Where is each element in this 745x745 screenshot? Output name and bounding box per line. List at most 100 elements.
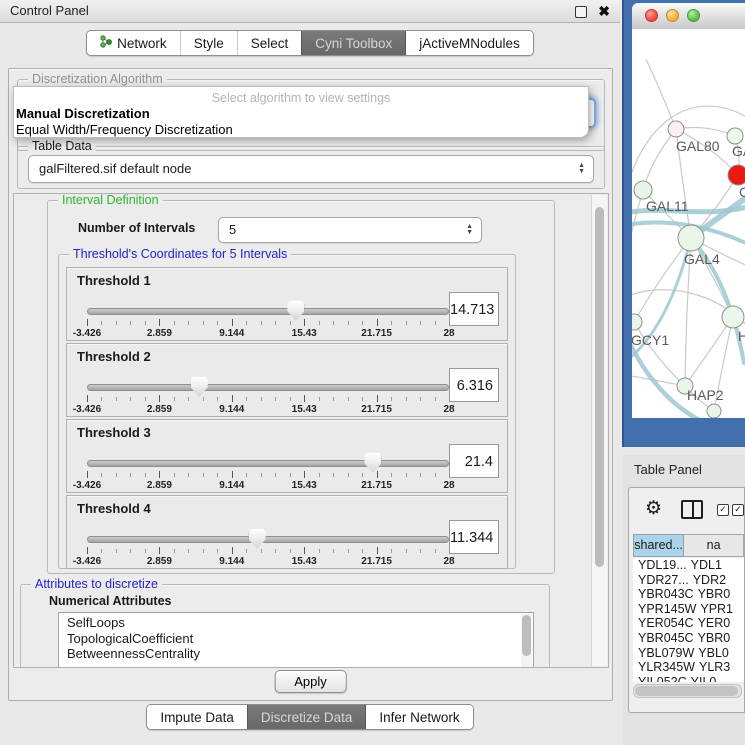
network-icon [100,35,112,51]
dropdown-option-equal-width[interactable]: Equal Width/Frequency Discretization [16,122,233,137]
table-cell[interactable]: YBL0 [694,646,744,661]
checkbox-icon[interactable]: ✓ [717,504,729,516]
spinner-arrows-icon[interactable]: ▲▼ [578,163,585,175]
network-node[interactable] [632,314,642,330]
settings-scrollbar[interactable] [591,195,607,666]
table-row[interactable]: YBL079WYBL0 [633,646,744,661]
table-cell[interactable]: YIL052C [633,675,687,682]
network-edge[interactable] [632,190,643,264]
slider-handle[interactable] [364,453,381,473]
table-cell[interactable]: YER0 [694,616,744,631]
table-cell[interactable]: YPR1 [696,602,744,617]
network-node[interactable] [707,404,721,418]
network-window-titlebar[interactable] [632,3,745,30]
slider-ticks [87,547,449,555]
attribute-list-item[interactable]: TopologicalCoefficient [67,631,533,647]
slider-track[interactable] [87,460,449,467]
num-intervals-combo[interactable]: 5 ▲▼ [218,217,482,243]
slider-handle[interactable] [287,301,304,321]
split-columns-icon[interactable] [681,500,703,519]
table-cell[interactable]: YIL0 [687,675,744,682]
table-data-combo[interactable]: galFiltered.sif default node ▲▼ [28,155,594,183]
slider-track[interactable] [87,308,449,315]
table-cell[interactable]: YLR3 [695,660,744,675]
attribute-list-item[interactable]: BetweennessCentrality [67,646,533,662]
slider-handle[interactable] [191,377,208,397]
network-node[interactable] [678,225,704,251]
zoom-window-icon[interactable] [687,9,700,22]
table-row[interactable]: YER054CYER0 [633,616,744,631]
slider-track[interactable] [87,536,449,543]
minimize-window-icon[interactable] [666,9,679,22]
table-row[interactable]: YIL052CYIL0 [633,675,744,682]
network-node[interactable] [722,306,744,328]
tab-infer-network[interactable]: Infer Network [366,705,472,729]
table-cell[interactable]: YDR2 [689,573,744,588]
table-row[interactable]: YPR145WYPR1 [633,602,744,617]
network-node[interactable] [728,165,745,185]
table-data-group: Table Data galFiltered.sif default node … [17,146,605,189]
checkbox-icon[interactable]: ✓ [732,504,744,516]
table-cell[interactable]: YBR0 [694,631,744,646]
spinner-arrows-icon[interactable]: ▲▼ [466,224,473,236]
network-node-label: C [739,184,745,200]
tab-select[interactable]: Select [237,31,302,55]
attributes-group: Attributes to discretize Numerical Attri… [20,584,550,667]
network-node[interactable] [727,128,743,144]
table-row[interactable]: YLR345WYLR3 [633,660,744,675]
tab-cyni-toolbox[interactable]: Cyni Toolbox [301,31,406,55]
table-row[interactable]: YDL19...YDL1 [633,558,744,573]
network-edge[interactable] [676,128,735,136]
tab-label: Discretize Data [261,710,353,725]
close-icon[interactable]: ✖ [598,2,610,20]
table-row[interactable]: YDR27...YDR2 [633,573,744,588]
network-node[interactable] [634,181,652,199]
attributes-group-title: Attributes to discretize [31,577,162,591]
threshold-value-field[interactable]: 21.4 [449,444,499,478]
network-node-label: GAL4 [684,251,720,267]
table-cell[interactable]: YDR27... [633,573,689,588]
table-row[interactable]: YBR045CYBR0 [633,631,744,646]
attribute-list-item[interactable]: SelfLoops [67,615,533,631]
slider-handle[interactable] [249,529,266,549]
tab-label: Cyni Toolbox [315,36,392,51]
tab-style[interactable]: Style [180,31,237,55]
threshold-value-field[interactable]: 11.344 [449,520,499,554]
table-cell[interactable]: YBR043C [633,587,694,602]
close-window-icon[interactable] [645,9,658,22]
tab-network[interactable]: Network [87,31,180,55]
table-cell[interactable]: YDL1 [687,558,744,573]
column-header-name[interactable]: na [684,534,744,557]
threshold-value-field[interactable]: 6.316 [449,368,499,402]
cyni-toolbox-panel: Discretization Algorithm Select algorith… [8,68,613,701]
table-cell[interactable]: YPR145W [633,602,696,617]
column-header-shared[interactable]: shared... [633,534,684,557]
table-cell[interactable]: YDL19... [633,558,687,573]
attributes-list-scrollbar[interactable] [521,614,532,667]
dropdown-hint: Select algorithm to view settings [14,91,588,105]
dropdown-option-manual[interactable]: Manual Discretization [16,106,150,121]
network-edge[interactable] [634,238,691,322]
table-cell[interactable]: YBL079W [633,646,694,661]
table-cell[interactable]: YBR045C [633,631,694,646]
tab-jactivemnodules[interactable]: jActiveMNodules [406,31,533,55]
tab-impute-data[interactable]: Impute Data [147,705,247,729]
tab-discretize-data[interactable]: Discretize Data [247,705,367,729]
table-cell[interactable]: YER054C [633,616,694,631]
table-row[interactable]: YBR043CYBR0 [633,587,744,602]
gear-icon[interactable]: ⚙ [645,497,662,520]
table-cell[interactable]: YBR0 [694,587,744,602]
network-edge[interactable] [646,59,676,129]
network-node-label: GA [732,143,745,159]
network-node[interactable] [668,121,684,137]
slider-track[interactable] [87,384,449,391]
float-window-icon[interactable] [575,6,587,18]
network-edge[interactable] [643,129,676,190]
numerical-attributes-label: Numerical Attributes [49,594,171,608]
table-cell[interactable]: YLR345W [633,660,695,675]
network-canvas[interactable]: GAL80GACGAL11GAL4GCY1HHAP2 [632,29,745,418]
threshold-value-field[interactable]: 14.713 [449,292,499,326]
table-hscrollbar[interactable] [633,684,742,698]
slider-tick-labels: -3.4262.8599.14415.4321.71528 [87,328,449,339]
apply-button[interactable]: Apply [274,670,347,693]
